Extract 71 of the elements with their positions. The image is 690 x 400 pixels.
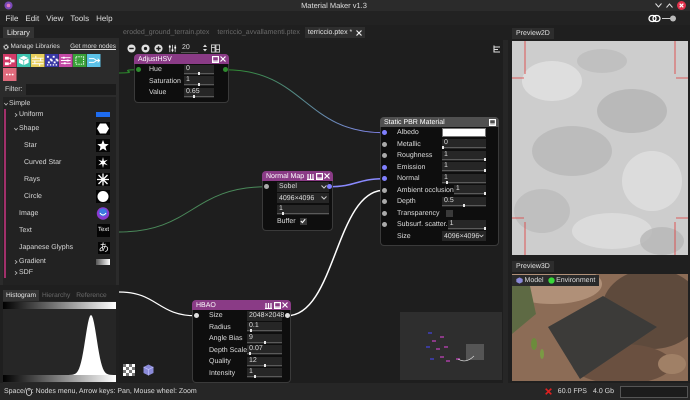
input-port[interactable] bbox=[382, 164, 386, 170]
output-port[interactable] bbox=[326, 184, 332, 190]
gradient-icon bbox=[96, 258, 110, 264]
thumbnail-text: あ bbox=[98, 242, 110, 254]
menu-item[interactable]: Help bbox=[92, 14, 116, 22]
spinner-icon[interactable] bbox=[202, 44, 206, 52]
input-port[interactable] bbox=[382, 176, 386, 182]
menu-item[interactable]: Edit bbox=[22, 14, 43, 22]
input-port[interactable] bbox=[382, 153, 386, 158]
zoom-reset-icon[interactable] bbox=[140, 44, 150, 52]
nodes-icon[interactable] bbox=[3, 54, 16, 67]
menu-item[interactable]: View bbox=[42, 14, 67, 22]
sliders-icon[interactable] bbox=[168, 44, 176, 52]
input-port[interactable] bbox=[382, 199, 386, 204]
checkerboard-icon[interactable] bbox=[123, 364, 135, 376]
bars-icon[interactable] bbox=[307, 172, 314, 180]
color-swatch[interactable] bbox=[442, 128, 486, 138]
chevron-down-icon bbox=[479, 234, 484, 238]
noise-icon[interactable] bbox=[45, 54, 58, 67]
star-icon bbox=[96, 139, 110, 152]
error-icon[interactable] bbox=[544, 388, 552, 395]
input-port[interactable] bbox=[382, 130, 386, 136]
rays-icon bbox=[96, 173, 110, 186]
hexagon-icon bbox=[96, 122, 110, 135]
caret-icon[interactable] bbox=[14, 126, 18, 130]
zoom-out-icon[interactable] bbox=[127, 44, 136, 52]
caret-icon[interactable] bbox=[14, 112, 18, 116]
zoom-in-icon[interactable] bbox=[154, 44, 163, 52]
cube-icon[interactable] bbox=[143, 364, 154, 376]
gear-icon bbox=[3, 44, 9, 50]
bars-icon[interactable] bbox=[265, 302, 272, 308]
link-icon[interactable] bbox=[648, 14, 678, 22]
chevron-down-icon bbox=[321, 184, 327, 189]
input-port[interactable] bbox=[136, 67, 140, 72]
menu-item[interactable]: File bbox=[2, 14, 22, 22]
dots-icon[interactable] bbox=[3, 68, 16, 81]
window-icon[interactable] bbox=[274, 302, 280, 308]
output-port[interactable] bbox=[284, 313, 290, 318]
caret-icon[interactable] bbox=[14, 270, 18, 274]
window-icon[interactable] bbox=[489, 118, 496, 126]
circle-icon bbox=[96, 190, 110, 203]
window-icon[interactable] bbox=[316, 172, 322, 180]
columns-icon[interactable] bbox=[211, 44, 220, 52]
mouse-icon bbox=[26, 388, 32, 396]
checkbox[interactable] bbox=[300, 218, 307, 225]
sparkle-icon bbox=[96, 156, 110, 169]
caret-icon[interactable] bbox=[14, 260, 18, 264]
close-icon[interactable] bbox=[677, 1, 686, 10]
close-icon bbox=[282, 302, 288, 308]
swatch-icon bbox=[96, 112, 110, 117]
input-port[interactable] bbox=[382, 222, 386, 228]
chevron-up-icon[interactable] bbox=[666, 3, 673, 8]
sliders-icon[interactable] bbox=[59, 54, 72, 67]
globe-icon bbox=[548, 277, 555, 284]
input-port[interactable] bbox=[382, 142, 386, 147]
orb-icon bbox=[96, 207, 110, 220]
input-port[interactable] bbox=[382, 188, 386, 193]
menu-item[interactable]: Tools bbox=[66, 14, 93, 22]
close-icon bbox=[324, 173, 330, 179]
window-icon[interactable] bbox=[212, 56, 218, 62]
chevron-down-icon bbox=[321, 196, 327, 200]
frame-icon[interactable] bbox=[73, 54, 86, 67]
close-icon bbox=[220, 56, 226, 62]
caret-icon[interactable] bbox=[4, 102, 8, 106]
tree-icon[interactable] bbox=[493, 45, 501, 53]
input-port[interactable] bbox=[194, 313, 198, 318]
input-port[interactable] bbox=[264, 184, 268, 190]
input-port[interactable] bbox=[382, 210, 386, 216]
checkbox[interactable] bbox=[446, 210, 453, 217]
chevron-down-icon[interactable] bbox=[655, 3, 662, 8]
app-logo-icon bbox=[4, 1, 13, 10]
